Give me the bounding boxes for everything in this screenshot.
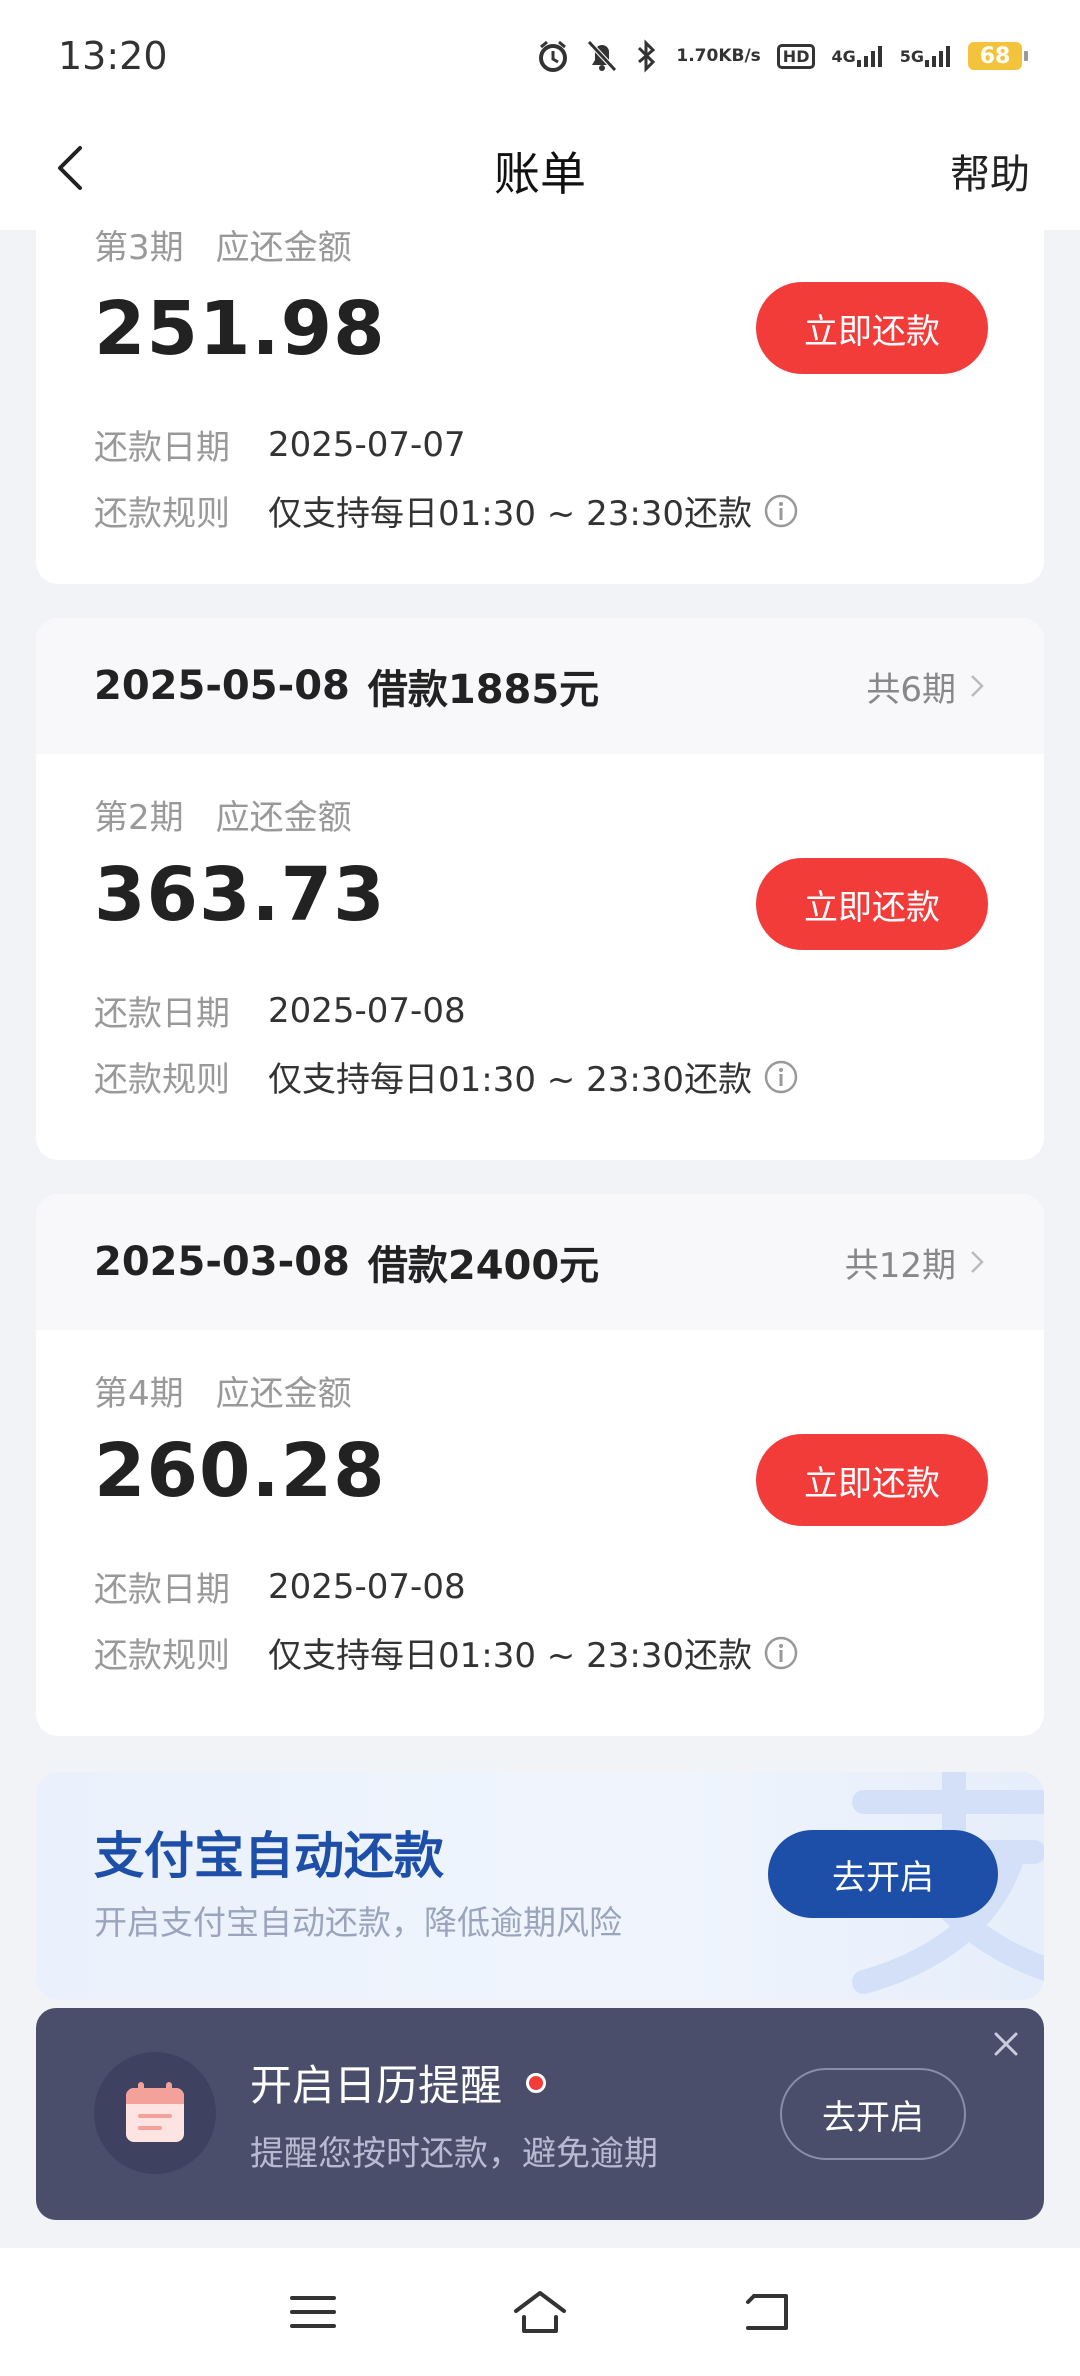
rule-value: 仅支持每日01:30 ~ 23:30还款 bbox=[268, 1060, 753, 1100]
home-nav-button[interactable] bbox=[505, 2277, 575, 2347]
loan-date: 2025-03-08 bbox=[94, 1239, 350, 1285]
menu-nav-button[interactable] bbox=[278, 2277, 348, 2347]
status-time: 13:20 bbox=[58, 34, 168, 78]
alipay-autopay-banner: 支付宝自动还款 开启支付宝自动还款，降低逾期风险 去开启 bbox=[36, 1772, 1044, 2000]
periods-label: 共6期 bbox=[866, 669, 956, 710]
due-label: 应还金额 bbox=[215, 228, 352, 264]
back-nav-button[interactable] bbox=[732, 2277, 802, 2347]
calendar-reminder-banner: 开启日历提醒 提醒您按时还款，避免逾期 去开启 bbox=[36, 2008, 1044, 2220]
reminder-subtitle: 提醒您按时还款，避免逾期 bbox=[250, 2134, 658, 2174]
due-date-row: 还款日期 2025-07-08 bbox=[94, 986, 466, 1035]
bluetooth-icon bbox=[634, 39, 660, 73]
chevron-right-icon bbox=[971, 1251, 984, 1273]
total-periods[interactable]: 共12期 bbox=[845, 1238, 986, 1287]
bill-card-1: 第3期 应还金额 251.98 立即还款 还款日期 2025-07-07 还款规则… bbox=[36, 200, 1044, 584]
page-title: 账单 bbox=[494, 147, 586, 201]
periods-label: 共12期 bbox=[844, 1245, 956, 1286]
status-icons: 1.70 KB/s HD 4G 5G 68 bbox=[536, 39, 1028, 73]
reminder-title-text: 开启日历提醒 bbox=[250, 2061, 503, 2110]
net-4g-label: 4G bbox=[831, 46, 856, 66]
signal-4g: 4G bbox=[831, 44, 883, 68]
alipay-enable-button[interactable]: 去开启 bbox=[768, 1830, 998, 1918]
total-periods[interactable]: 共6期 bbox=[866, 662, 986, 711]
info-icon[interactable] bbox=[764, 494, 798, 528]
due-date-value: 2025-07-08 bbox=[268, 1566, 466, 1607]
rule-label: 还款规则 bbox=[94, 1636, 230, 1676]
hd-badge: HD bbox=[776, 43, 816, 69]
bill-card-2: 2025-05-08 借款1885元 共6期 第2期 应还金额 363.73 立即… bbox=[36, 618, 1044, 1160]
mute-bell-icon bbox=[586, 39, 618, 73]
pay-now-button[interactable]: 立即还款 bbox=[756, 1434, 988, 1526]
rule-row: 还款规则 仅支持每日01:30 ~ 23:30还款 bbox=[94, 486, 798, 535]
page-header: 账单 帮助 bbox=[0, 112, 1080, 230]
red-dot-badge bbox=[526, 2072, 547, 2093]
info-icon[interactable] bbox=[764, 1060, 798, 1094]
due-label: 应还金额 bbox=[215, 1374, 352, 1414]
back-nav-icon bbox=[745, 2294, 788, 2330]
loan-date: 2025-05-08 bbox=[94, 663, 350, 709]
period-label: 第4期 bbox=[94, 1374, 184, 1414]
due-amount: 251.98 bbox=[94, 286, 386, 372]
signal-5g: 5G bbox=[900, 44, 952, 68]
due-amount: 363.73 bbox=[94, 852, 386, 938]
rule-value: 仅支持每日01:30 ~ 23:30还款 bbox=[268, 494, 753, 534]
due-date-label: 还款日期 bbox=[94, 994, 230, 1034]
chevron-right-icon bbox=[971, 675, 984, 697]
rule-row: 还款规则 仅支持每日01:30 ~ 23:30还款 bbox=[94, 1628, 798, 1677]
due-date-row: 还款日期 2025-07-08 bbox=[94, 1562, 466, 1611]
loan-header[interactable]: 2025-03-08 借款2400元 共12期 bbox=[36, 1194, 1044, 1330]
alipay-subtitle: 开启支付宝自动还款，降低逾期风险 bbox=[94, 1903, 622, 1942]
menu-icon bbox=[290, 2296, 337, 2328]
period-label: 第3期 bbox=[94, 228, 184, 264]
due-date-row: 还款日期 2025-07-07 bbox=[94, 420, 466, 469]
home-icon bbox=[513, 2291, 566, 2333]
period-label: 第2期 bbox=[94, 798, 184, 838]
close-icon[interactable] bbox=[986, 2024, 1026, 2064]
alarm-icon bbox=[536, 39, 570, 73]
rule-value: 仅支持每日01:30 ~ 23:30还款 bbox=[268, 1636, 753, 1676]
period-label-row: 第2期 应还金额 bbox=[94, 790, 352, 839]
network-speed: 1.70 KB/s bbox=[676, 47, 760, 65]
loan-amount: 借款1885元 bbox=[367, 667, 600, 713]
due-date-label: 还款日期 bbox=[94, 428, 230, 468]
due-date-value: 2025-07-08 bbox=[268, 990, 466, 1031]
status-bar: 13:20 1.70 KB/s HD 4G 5G 68 bbox=[0, 0, 1080, 112]
rule-label: 还款规则 bbox=[94, 1060, 230, 1100]
due-date-value: 2025-07-07 bbox=[268, 424, 466, 465]
system-nav-bar bbox=[0, 2248, 1080, 2376]
speed-value: 1.70 bbox=[676, 46, 719, 66]
period-label-row: 第4期 应还金额 bbox=[94, 1366, 352, 1415]
back-arrow-icon[interactable] bbox=[42, 138, 102, 198]
loan-header[interactable]: 2025-05-08 借款1885元 共6期 bbox=[36, 618, 1044, 754]
battery-icon: 68 bbox=[968, 42, 1028, 70]
loan-amount: 借款2400元 bbox=[367, 1243, 600, 1289]
calendar-icon bbox=[94, 2052, 216, 2174]
reminder-enable-button[interactable]: 去开启 bbox=[780, 2068, 966, 2160]
reminder-title: 开启日历提醒 bbox=[250, 2052, 547, 2113]
info-icon[interactable] bbox=[764, 1636, 798, 1670]
due-date-label: 还款日期 bbox=[94, 1570, 230, 1610]
due-amount: 260.28 bbox=[94, 1428, 386, 1514]
due-label: 应还金额 bbox=[215, 798, 352, 838]
bill-card-3: 2025-03-08 借款2400元 共12期 第4期 应还金额 260.28 立… bbox=[36, 1194, 1044, 1736]
pay-now-button[interactable]: 立即还款 bbox=[756, 282, 988, 374]
alipay-title: 支付宝自动还款 bbox=[94, 1827, 444, 1885]
pay-now-button[interactable]: 立即还款 bbox=[756, 858, 988, 950]
net-5g-label: 5G bbox=[899, 46, 924, 66]
help-link[interactable]: 帮助 bbox=[950, 142, 1030, 200]
rule-row: 还款规则 仅支持每日01:30 ~ 23:30还款 bbox=[94, 1052, 798, 1101]
speed-unit: KB/s bbox=[718, 46, 761, 66]
rule-label: 还款规则 bbox=[94, 494, 230, 534]
